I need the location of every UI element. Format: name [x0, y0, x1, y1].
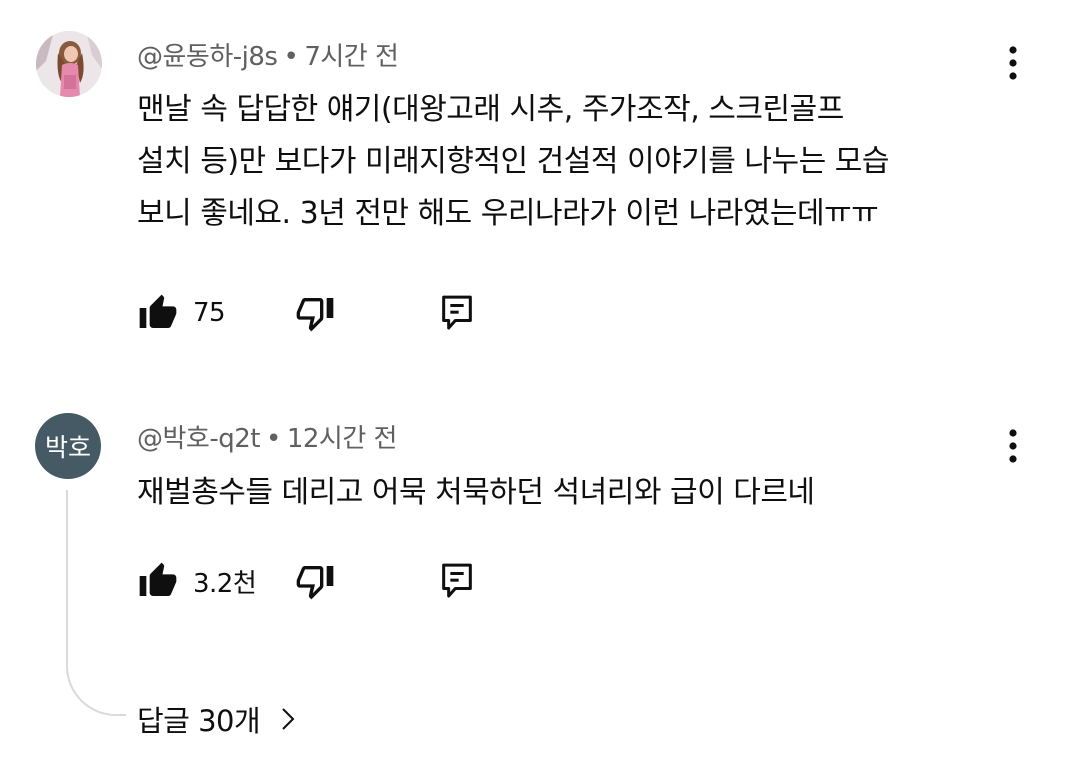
thumbs-down-outline-icon: [296, 566, 334, 600]
thumbs-down-outline-icon: [296, 298, 334, 332]
comment-meta: @박호-q2t • 12시간 전: [137, 418, 397, 455]
reply-button[interactable]: [437, 291, 477, 335]
reply-thread-line: [66, 490, 126, 716]
reply-button[interactable]: [437, 559, 477, 603]
avatar-initials: 박호: [44, 433, 91, 462]
reply-comment-icon: [442, 295, 472, 330]
comment-text: 재벌총수들 데리고 어묵 처묵하던 석녀리와 급이 다르네: [137, 467, 1017, 519]
comment-text-line: 맨날 속 답답한 얘기(대왕고래 시추, 주가조작, 스크린골프: [137, 92, 844, 127]
more-options-button[interactable]: [996, 421, 1030, 471]
comment-text-line: 보니 좋네요. 3년 전만 해도 우리나라가 이런 나라였는데ㅠㅠ: [137, 196, 879, 231]
comment-text: 맨날 속 답답한 얘기(대왕고래 시추, 주가조작, 스크린골프 설치 등)만 …: [137, 84, 1017, 240]
comment-time[interactable]: 12시간 전: [287, 424, 398, 454]
comment-time[interactable]: 7시간 전: [304, 42, 399, 72]
dislike-button[interactable]: [295, 291, 335, 335]
author-name[interactable]: @박호-q2t: [137, 424, 260, 454]
avatar[interactable]: [36, 31, 102, 97]
thumbs-up-filled-icon: [139, 294, 177, 328]
view-replies-button[interactable]: 답글 30개: [137, 698, 296, 740]
dislike-button[interactable]: [295, 559, 335, 603]
like-button[interactable]: 75: [137, 291, 226, 335]
comment-text-line: 설치 등)만 보다가 미래지향적인 건설적 이야기를 나누는 모습: [137, 144, 889, 179]
like-count: 3.2천: [193, 568, 257, 599]
reply-comment-icon: [442, 563, 472, 598]
avatar[interactable]: 박호: [35, 413, 101, 479]
replies-label: 답글 30개: [137, 704, 261, 738]
thumbs-up-filled-icon: [139, 562, 177, 596]
more-vertical-icon: [1009, 46, 1017, 80]
meta-separator: •: [265, 424, 281, 454]
more-vertical-icon: [1009, 429, 1017, 463]
like-button[interactable]: 3.2천: [137, 559, 257, 603]
comment-text-line: 재벌총수들 데리고 어묵 처묵하던 석녀리와 급이 다르네: [137, 475, 815, 510]
more-options-button[interactable]: [996, 38, 1030, 88]
comment-meta: @윤동하-j8s • 7시간 전: [137, 36, 399, 73]
user-photo-icon: [36, 31, 102, 97]
author-name[interactable]: @윤동하-j8s: [137, 42, 278, 72]
meta-separator: •: [283, 42, 299, 72]
comment-actions: 75: [137, 291, 537, 335]
comment-actions: 3.2천: [137, 559, 537, 603]
like-count: 75: [193, 298, 226, 328]
chevron-right-icon: [282, 708, 295, 730]
